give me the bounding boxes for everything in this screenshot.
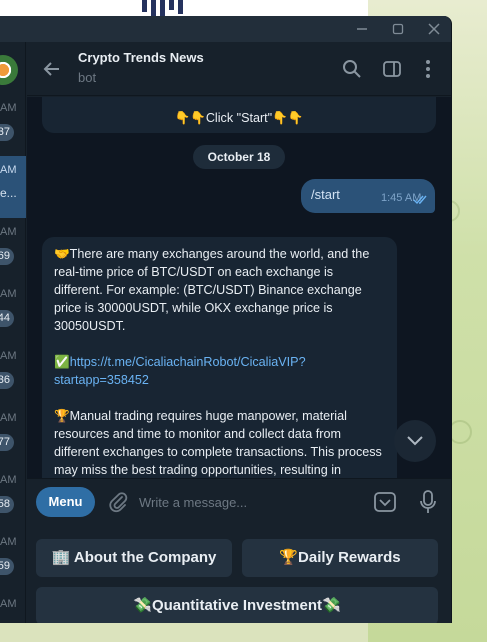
message-paragraph: 🏆Manual trading requires huge manpower, … <box>54 409 382 477</box>
back-arrow-icon[interactable] <box>39 56 65 82</box>
chat-time: AM <box>0 474 17 486</box>
chat-list-item[interactable]: AM 36 <box>0 342 26 404</box>
quantitative-investment-button[interactable]: 💸Quantitative Investment💸 <box>36 587 438 623</box>
more-vert-icon[interactable] <box>415 56 441 82</box>
chat-list-item[interactable]: AM 77 <box>0 404 26 466</box>
keyboard-icon[interactable] <box>372 489 398 515</box>
message-text[interactable]: /start <box>311 187 340 202</box>
chevron-down-icon <box>407 436 423 446</box>
chat-list: AM 37 AM e... AM 69 AM 44 AM 36 AM 77 AM… <box>0 42 26 623</box>
chat-time: AM <box>0 226 17 238</box>
attach-icon[interactable] <box>105 489 131 515</box>
chat-time: AM <box>0 102 17 114</box>
chat-list-item[interactable]: AM 37 <box>0 94 26 156</box>
search-icon[interactable] <box>339 56 365 82</box>
microphone-icon[interactable] <box>415 488 441 516</box>
chat-list-item[interactable]: AM 44 <box>0 280 26 342</box>
unread-badge: 77 <box>0 434 14 451</box>
bot-keyboard: 🏢 About the Company 🏆Daily Rewards 💸Quan… <box>27 524 451 623</box>
sidebar-toggle-icon[interactable] <box>379 56 405 82</box>
message-area[interactable]: 👇👇Click "Start"👇👇 October 18 /start 1:45… <box>27 97 451 478</box>
chat-time: AM <box>0 164 17 176</box>
bot-menu-button[interactable]: Menu <box>36 487 95 517</box>
chat-header: Crypto Trends News bot <box>27 42 451 96</box>
chat-preview: e... <box>0 186 17 200</box>
unread-badge: 37 <box>0 124 14 141</box>
chat-time: AM <box>0 350 17 362</box>
about-company-button[interactable]: 🏢 About the Company <box>36 539 232 577</box>
message-link[interactable]: https://t.me/CicaliachainRobot/CicaliaVI… <box>54 355 306 387</box>
chat-list-item-active[interactable]: AM e... <box>0 156 26 218</box>
message-paragraph: 🤝There are many exchanges around the wor… <box>54 247 370 333</box>
minimize-icon[interactable] <box>344 16 380 42</box>
message-input[interactable] <box>139 489 369 515</box>
unread-badge: 69 <box>0 248 14 265</box>
check-emoji: ✅ <box>54 355 70 369</box>
date-separator: October 18 <box>193 145 285 169</box>
close-icon[interactable] <box>416 16 451 42</box>
chat-time: AM <box>0 598 17 610</box>
background-logo <box>142 0 192 16</box>
incoming-message: 🤝There are many exchanges around the wor… <box>42 237 397 478</box>
double-check-icon <box>413 192 429 210</box>
chat-time: AM <box>0 412 17 424</box>
chat-title[interactable]: Crypto Trends News <box>78 50 204 65</box>
daily-rewards-button[interactable]: 🏆Daily Rewards <box>242 539 438 577</box>
chat-time: AM <box>0 536 17 548</box>
message-composer: Menu <box>27 478 451 524</box>
chat-time: AM <box>0 288 17 300</box>
maximize-icon[interactable] <box>380 16 416 42</box>
unread-badge: 58 <box>0 496 14 513</box>
unread-badge: 44 <box>0 310 14 327</box>
outgoing-message: /start 1:45 AM <box>301 179 435 213</box>
unread-badge: 36 <box>0 372 14 389</box>
title-bar <box>0 16 451 42</box>
message-bubble: 👇👇Click "Start"👇👇 <box>42 97 436 133</box>
chat-list-item[interactable]: AM 58 <box>0 466 26 528</box>
telegram-window: AM 37 AM e... AM 69 AM 44 AM 36 AM 77 AM… <box>0 16 452 623</box>
chat-list-item[interactable]: AM 69 <box>0 218 26 280</box>
unread-badge: 59 <box>0 558 14 575</box>
scroll-to-bottom-button[interactable] <box>394 420 436 462</box>
chat-list-item[interactable]: AM 59 <box>0 528 26 590</box>
chat-subtitle: bot <box>78 70 97 85</box>
message-text: 👇👇Click "Start"👇👇 <box>174 111 304 125</box>
message-paragraph: ✅https://t.me/CicaliachainRobot/CicaliaV… <box>54 353 385 389</box>
chat-list-item[interactable]: AM <box>0 590 26 623</box>
avatar <box>0 55 18 85</box>
